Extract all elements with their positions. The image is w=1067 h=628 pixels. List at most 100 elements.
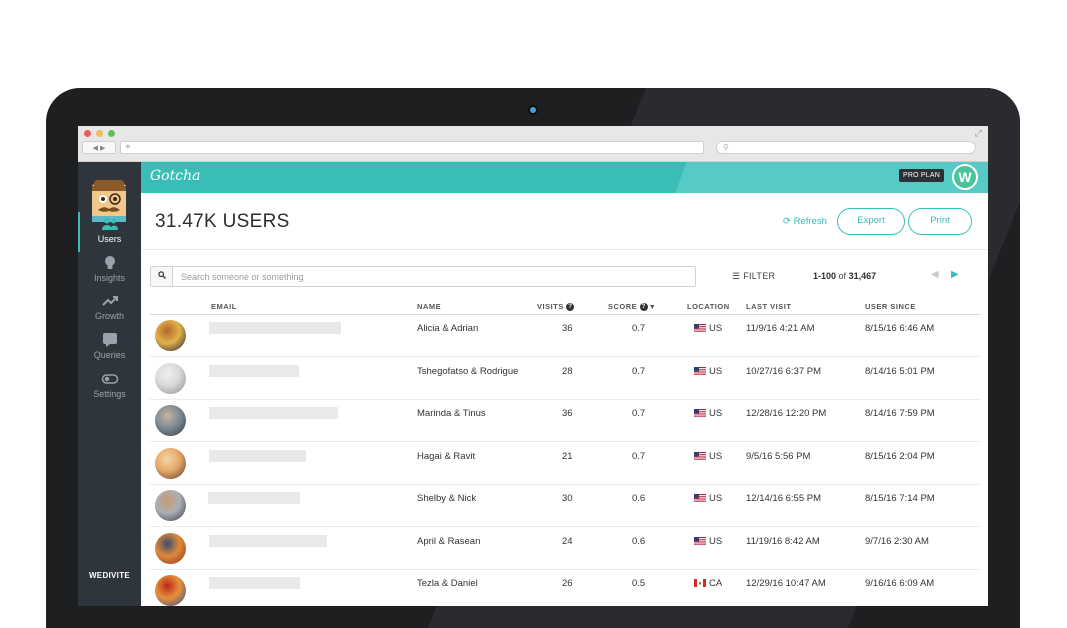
app-logo[interactable]: Gotcha xyxy=(150,168,200,184)
page-title: 31.47K USERS xyxy=(155,211,290,232)
avatar[interactable] xyxy=(155,490,186,521)
minimize-window-icon[interactable] xyxy=(96,130,103,137)
refresh-button[interactable]: ⟳ Refresh xyxy=(783,216,827,227)
avatar[interactable] xyxy=(155,405,186,436)
visits-value: 36 xyxy=(562,408,573,419)
visits-header-label: VISITS xyxy=(537,302,564,311)
sidebar-item-label: Growth xyxy=(94,311,124,321)
table-row[interactable]: Alicia & Adrian 36 0.7 US 11/9/16 4:21 AM 8/1… xyxy=(150,315,980,357)
us-flag-icon xyxy=(694,494,706,502)
country-code: US xyxy=(709,493,723,504)
avatar[interactable] xyxy=(155,447,186,479)
search-input[interactable] xyxy=(175,267,693,286)
previous-page-icon[interactable]: ◀ xyxy=(931,269,939,280)
avatar[interactable] xyxy=(155,575,186,606)
user-name: Shelby & Nick xyxy=(417,493,477,504)
sidebar-item-insights[interactable]: Insights xyxy=(78,255,141,283)
filter-label: FILTER xyxy=(743,271,776,281)
back-forward-buttons[interactable]: ◀ ▶ xyxy=(82,141,116,154)
filter-button[interactable]: ☰ FILTER xyxy=(732,271,775,282)
email-redacted xyxy=(209,577,300,589)
avatar[interactable] xyxy=(155,320,186,351)
table-row[interactable]: Tezla & Daniel 26 0.5 CA 12/29/16 10:47 AM 9/… xyxy=(150,570,980,606)
avatar[interactable] xyxy=(155,532,186,564)
visits-value: 28 xyxy=(562,365,573,377)
sidebar-item-label: Queries xyxy=(93,350,126,360)
search-icon: ⚲ xyxy=(723,143,729,152)
location-value: US xyxy=(694,536,722,547)
fullscreen-icon[interactable]: ⤢ xyxy=(975,128,982,139)
table-row[interactable]: Hagai & Ravit 21 0.7 US 9/5/16 5:56 PM 8/15/1… xyxy=(150,443,980,485)
next-page-icon[interactable]: ▶ xyxy=(951,269,959,280)
sort-desc-icon: ▾ xyxy=(650,302,655,311)
browser-search-field[interactable]: ⚲ xyxy=(716,141,976,154)
sidebar: Users Insights Growth Queries Settings W… xyxy=(78,162,141,606)
browser-chrome: ⤢ ◀ ▶ + ⚲ xyxy=(78,126,988,162)
user-name: Tezla & Daniel xyxy=(417,578,478,589)
refresh-icon: ⟳ xyxy=(783,216,791,227)
last-visit-value: 11/19/16 8:42 AM xyxy=(746,535,820,547)
column-header-email[interactable]: EMAIL xyxy=(211,302,237,311)
help-icon[interactable]: ? xyxy=(639,303,648,312)
close-window-icon[interactable] xyxy=(84,130,91,137)
sidebar-item-label: Users xyxy=(97,234,122,244)
location-value: CA xyxy=(694,578,722,589)
column-header-user-since[interactable]: USER SINCE xyxy=(865,302,916,311)
email-redacted xyxy=(209,322,341,334)
table-row[interactable]: April & Rasean 24 0.6 US 11/19/16 8:42 AM 9/7… xyxy=(150,528,980,570)
sidebar-item-settings[interactable]: Settings xyxy=(78,371,141,399)
sidebar-item-label: Insights xyxy=(93,273,126,283)
column-header-score[interactable]: SCORE ? ▾ xyxy=(608,302,655,312)
last-visit-value: 10/27/16 6:37 PM xyxy=(746,365,821,377)
sidebar-item-growth[interactable]: Growth xyxy=(78,293,141,321)
divider xyxy=(141,249,988,250)
visits-value: 30 xyxy=(562,493,573,504)
visits-value: 36 xyxy=(562,323,573,334)
export-button[interactable]: Export xyxy=(837,208,905,235)
workspace-name[interactable]: WEDIVITE xyxy=(78,571,141,580)
score-value: 0.7 xyxy=(632,408,646,419)
location-value: US xyxy=(694,451,722,462)
table-row[interactable]: Tshegofatso & Rodrigue 28 0.7 US 10/27/16 6:… xyxy=(150,358,980,400)
users-icon xyxy=(101,217,118,230)
score-value: 0.7 xyxy=(632,450,646,462)
sidebar-item-users[interactable]: Users xyxy=(78,212,141,252)
print-button[interactable]: Print xyxy=(908,208,972,235)
filter-icon: ☰ xyxy=(732,271,741,281)
app-header-bar: Gotcha PRO PLAN W xyxy=(141,162,988,193)
search-box xyxy=(150,266,696,287)
account-avatar[interactable]: W xyxy=(952,164,978,190)
us-flag-icon xyxy=(694,409,706,417)
sidebar-item-label: Settings xyxy=(93,389,126,399)
location-value: US xyxy=(694,408,722,419)
pagination-info: 1-100 of 31,467 xyxy=(813,271,876,281)
last-visit-value: 11/9/16 4:21 AM xyxy=(746,323,815,334)
email-redacted xyxy=(209,534,327,547)
email-redacted xyxy=(209,364,299,377)
help-icon[interactable]: ? xyxy=(566,303,575,312)
email-redacted xyxy=(209,449,306,462)
country-code: US xyxy=(709,535,723,547)
score-value: 0.5 xyxy=(632,578,646,589)
us-flag-icon xyxy=(694,324,706,332)
of-label: of xyxy=(838,271,847,281)
table-row[interactable]: Marinda & Tinus 36 0.7 US 12/28/16 12:20 PM 8… xyxy=(150,400,980,442)
maximize-window-icon[interactable] xyxy=(108,130,115,137)
user-since-value: 8/14/16 5:01 PM xyxy=(865,365,935,377)
column-header-name[interactable]: NAME xyxy=(417,302,441,311)
search-icon[interactable] xyxy=(151,267,173,286)
chat-bubble-icon xyxy=(102,333,117,347)
sidebar-item-queries[interactable]: Queries xyxy=(78,332,141,360)
location-value: US xyxy=(694,323,722,334)
lightbulb-icon xyxy=(104,256,115,269)
address-bar[interactable]: + xyxy=(120,141,704,154)
score-value: 0.6 xyxy=(632,535,646,547)
avatar[interactable] xyxy=(155,362,186,394)
table-row[interactable]: Shelby & Nick 30 0.6 US 12/14/16 6:55 PM 8/15… xyxy=(150,485,980,527)
visits-value: 21 xyxy=(562,450,573,462)
new-tab-icon[interactable]: + xyxy=(125,142,131,153)
column-header-visits[interactable]: VISITS ? xyxy=(537,302,575,312)
column-header-location[interactable]: LOCATION xyxy=(687,302,730,311)
user-name: April & Rasean xyxy=(417,535,481,547)
column-header-last-visit[interactable]: LAST VISIT xyxy=(746,302,791,311)
